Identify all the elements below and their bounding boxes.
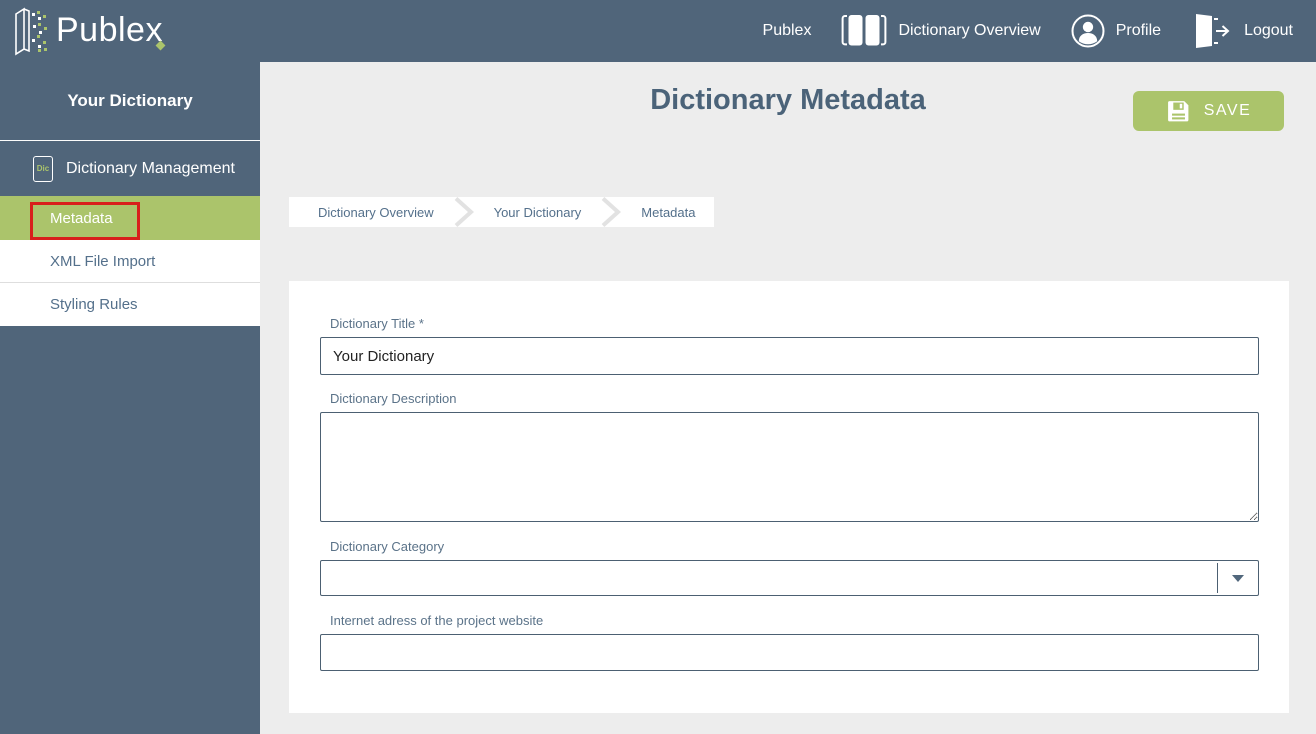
nav-item-dictionary-overview[interactable]: Dictionary Overview	[826, 0, 1055, 62]
website-url-label: Internet adress of the project website	[330, 613, 1259, 628]
sidebar-dictionary-title: Your Dictionary	[0, 62, 260, 141]
nav-item-logout[interactable]: Logout	[1176, 0, 1308, 62]
sidebar-item-metadata[interactable]: Metadata	[0, 196, 260, 240]
open-book-icon	[841, 14, 887, 48]
dictionary-title-label: Dictionary Title *	[330, 316, 1259, 331]
dictionary-title-input[interactable]	[320, 337, 1259, 375]
sidebar: Your Dictionary Dic Dictionary Managemen…	[0, 62, 260, 734]
chevron-right-icon	[600, 197, 622, 227]
breadcrumb-item-metadata[interactable]: Metadata	[622, 197, 714, 227]
dictionary-description-label: Dictionary Description	[330, 391, 1259, 406]
dictionary-description-textarea[interactable]	[320, 412, 1259, 522]
app-logo[interactable]: Publex	[8, 4, 164, 58]
dictionary-category-label: Dictionary Category	[330, 539, 1259, 554]
nav-item-label: Logout	[1244, 22, 1293, 40]
nav-item-label: Profile	[1116, 22, 1161, 40]
sidebar-item-label: Styling Rules	[50, 296, 138, 313]
chevron-down-icon	[1232, 575, 1244, 582]
profile-icon	[1071, 14, 1105, 48]
logout-icon	[1191, 12, 1233, 50]
nav-item-profile[interactable]: Profile	[1056, 0, 1176, 62]
dictionary-book-icon-text: Dic	[37, 164, 49, 173]
nav-item-label: Publex	[763, 22, 812, 40]
navbar-menu: Publex Dictionary Overview Profile	[748, 0, 1308, 62]
website-url-input[interactable]	[320, 634, 1259, 671]
sidebar-item-label: XML File Import	[50, 253, 155, 270]
breadcrumb-item-your-dictionary[interactable]: Your Dictionary	[475, 197, 601, 227]
sidebar-item-label: Dictionary Management	[66, 160, 235, 178]
sidebar-item-styling-rules[interactable]: Styling Rules	[0, 283, 260, 326]
floppy-disk-icon	[1166, 99, 1191, 124]
metadata-form-card: Dictionary Title * Dictionary Descriptio…	[289, 281, 1289, 713]
save-button-label: SAVE	[1204, 102, 1252, 120]
logo-book-icon	[8, 4, 56, 58]
nav-item-publex[interactable]: Publex	[748, 0, 827, 62]
sidebar-item-dictionary-management[interactable]: Dic Dictionary Management	[0, 141, 260, 196]
dictionary-book-icon: Dic	[33, 156, 53, 182]
nav-item-label: Dictionary Overview	[898, 22, 1040, 40]
sidebar-item-xml-file-import[interactable]: XML File Import	[0, 240, 260, 283]
save-button[interactable]: SAVE	[1133, 91, 1284, 131]
select-divider	[1217, 563, 1218, 593]
breadcrumb: Dictionary Overview Your Dictionary Meta…	[289, 197, 714, 227]
sidebar-item-label: Metadata	[50, 210, 113, 227]
breadcrumb-item-dictionary-overview[interactable]: Dictionary Overview	[289, 197, 453, 227]
logo-text: Publex	[56, 4, 163, 56]
top-navbar: Publex Publex Dictionary Overview Profil…	[0, 0, 1316, 62]
dictionary-category-select[interactable]	[320, 560, 1259, 596]
chevron-right-icon	[453, 197, 475, 227]
main-content: Dictionary Metadata SAVE Dictionary Over…	[260, 62, 1316, 734]
